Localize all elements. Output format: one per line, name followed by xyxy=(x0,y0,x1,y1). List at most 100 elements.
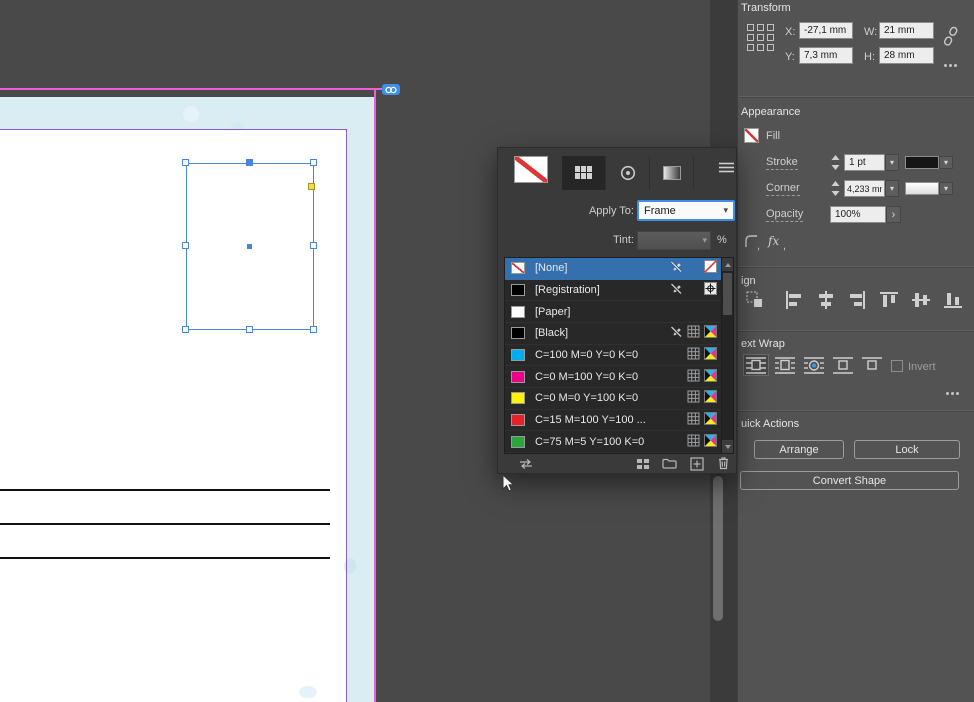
swap-swatches-icon[interactable] xyxy=(518,458,534,473)
color-wheel-icon xyxy=(620,165,636,181)
y-label: Y: xyxy=(785,51,795,63)
align-left-icon[interactable] xyxy=(783,290,805,313)
handle-top-right[interactable] xyxy=(310,159,317,166)
align-vertical-center-icon[interactable] xyxy=(910,290,932,313)
frame-center-point[interactable] xyxy=(247,244,252,249)
window-scrollbar-thumb[interactable] xyxy=(713,476,723,621)
corner-radius-stepper[interactable] xyxy=(830,180,841,200)
scroll-down-icon[interactable] xyxy=(722,440,733,453)
opacity-expand-chevron[interactable]: › xyxy=(886,206,901,223)
wrap-jump-next-column-icon[interactable] xyxy=(859,354,885,376)
apply-to-dropdown[interactable]: Frame ▾ xyxy=(637,200,735,221)
fill-swatch-icon[interactable] xyxy=(744,128,759,143)
swatch-name: [Paper] xyxy=(535,306,717,318)
corner-style-dropdown[interactable]: ▾ xyxy=(939,182,953,195)
handle-bottom-left[interactable] xyxy=(182,326,189,333)
wrap-none-icon[interactable] xyxy=(743,354,769,376)
x-input[interactable] xyxy=(799,22,853,39)
align-horizontal-center-icon[interactable] xyxy=(815,290,837,313)
handle-top-left[interactable] xyxy=(182,159,189,166)
handle-mid-right[interactable] xyxy=(310,242,317,249)
stroke-weight-input[interactable] xyxy=(844,154,885,171)
convert-shape-button[interactable]: Convert Shape xyxy=(740,471,959,490)
swatch-row-red[interactable]: C=15 M=100 Y=100 ... xyxy=(505,410,721,432)
stroke-weight-dropdown[interactable]: ▾ xyxy=(885,154,899,171)
w-input[interactable] xyxy=(879,22,934,39)
corner-radius-input[interactable] xyxy=(844,180,885,197)
swatch-scrollbar-thumb[interactable] xyxy=(723,273,732,315)
swatch-list-scrollbar[interactable] xyxy=(721,258,733,453)
swatch-row-cyan[interactable]: C=100 M=0 Y=0 K=0 xyxy=(505,345,721,367)
frame-edge-guide-vertical xyxy=(346,129,347,702)
text-wrap-more-options-icon[interactable] xyxy=(946,392,959,395)
delete-swatch-icon[interactable] xyxy=(717,456,730,473)
swatch-list: [None] [Registration] [Paper] xyxy=(504,257,734,454)
grid-type-icon xyxy=(687,390,700,406)
panel-menu-icon[interactable] xyxy=(719,162,734,176)
align-to-icon[interactable] xyxy=(744,290,766,313)
non-editable-icon xyxy=(670,282,683,298)
h-input[interactable] xyxy=(879,47,934,64)
align-top-icon[interactable] xyxy=(878,290,900,313)
corner-edit-handle[interactable] xyxy=(308,183,315,190)
invert-label: Invert xyxy=(908,361,936,373)
swatch-row-green[interactable]: C=75 M=5 Y=100 K=0 xyxy=(505,431,721,453)
constrain-proportions-icon[interactable] xyxy=(937,23,963,53)
opacity-label[interactable]: Opacity xyxy=(766,208,803,222)
swatch-row-black[interactable]: [Black] xyxy=(505,323,721,345)
snow-speck xyxy=(299,686,317,698)
tab-gradient[interactable] xyxy=(650,156,694,190)
wrap-bounding-box-icon[interactable] xyxy=(772,354,798,376)
wrap-jump-object-icon[interactable] xyxy=(830,354,856,376)
stroke-color-swatch[interactable] xyxy=(905,156,939,169)
handle-bottom-center[interactable] xyxy=(246,326,253,333)
swatches-panel: Apply To: Frame ▾ Tint: ▾ % [None] [Regi… xyxy=(497,147,737,474)
apply-to-label: Apply To: xyxy=(562,205,634,217)
tint-label: Tint: xyxy=(562,234,634,246)
new-color-group-icon[interactable] xyxy=(636,458,650,473)
wrap-object-shape-icon[interactable] xyxy=(801,354,827,376)
swatch-row-yellow[interactable]: C=0 M=0 Y=100 K=0 xyxy=(505,388,721,410)
grid-type-icon xyxy=(687,434,700,450)
linked-content-badge[interactable] xyxy=(382,84,400,95)
tab-swatches[interactable] xyxy=(562,156,606,190)
handle-bottom-right[interactable] xyxy=(310,326,317,333)
effects-fx-icon[interactable]: fx xyxy=(768,234,779,248)
swatch-row-none[interactable]: [None] xyxy=(505,258,721,280)
align-bottom-icon[interactable] xyxy=(942,290,964,313)
paragraph-rule xyxy=(0,557,330,559)
arrange-button[interactable]: Arrange xyxy=(754,440,844,459)
stroke-weight-stepper[interactable] xyxy=(830,154,841,174)
swatch-name: C=75 M=5 Y=100 K=0 xyxy=(535,436,687,448)
handle-top-center[interactable] xyxy=(246,159,253,166)
paragraph-rule xyxy=(0,523,330,525)
invert-checkbox[interactable] xyxy=(891,360,903,372)
swatch-row-paper[interactable]: [Paper] xyxy=(505,301,721,323)
grid-type-icon xyxy=(687,369,700,385)
new-folder-icon[interactable] xyxy=(662,457,677,472)
tint-slider[interactable]: ▾ xyxy=(637,231,711,250)
stroke-color-dropdown[interactable]: ▾ xyxy=(939,156,953,169)
swatch-name: [Black] xyxy=(535,327,670,339)
corner-radius-dropdown[interactable]: ▾ xyxy=(885,180,899,197)
scroll-up-icon[interactable] xyxy=(722,258,733,271)
stroke-label[interactable]: Stroke xyxy=(766,156,798,170)
opacity-input[interactable] xyxy=(830,206,886,223)
grid-type-icon xyxy=(687,325,700,341)
tint-unit-label: % xyxy=(717,234,727,246)
transform-more-options-icon[interactable] xyxy=(944,64,957,67)
grid-type-icon xyxy=(687,347,700,363)
tab-color-wheel[interactable] xyxy=(606,156,650,190)
cmyk-icon xyxy=(704,369,717,385)
reference-point-proxy[interactable] xyxy=(747,24,774,51)
new-swatch-icon[interactable] xyxy=(690,457,704,474)
corner-style-swatch[interactable] xyxy=(905,182,939,195)
lock-button[interactable]: Lock xyxy=(854,440,960,459)
align-right-icon[interactable] xyxy=(846,290,868,313)
swatch-row-magenta[interactable]: C=0 M=100 Y=0 K=0 xyxy=(505,366,721,388)
corner-label[interactable]: Corner xyxy=(766,182,800,196)
y-input[interactable] xyxy=(799,47,853,64)
handle-mid-left[interactable] xyxy=(182,242,189,249)
swatch-row-registration[interactable]: [Registration] xyxy=(505,280,721,302)
swatch-chip xyxy=(511,414,525,426)
